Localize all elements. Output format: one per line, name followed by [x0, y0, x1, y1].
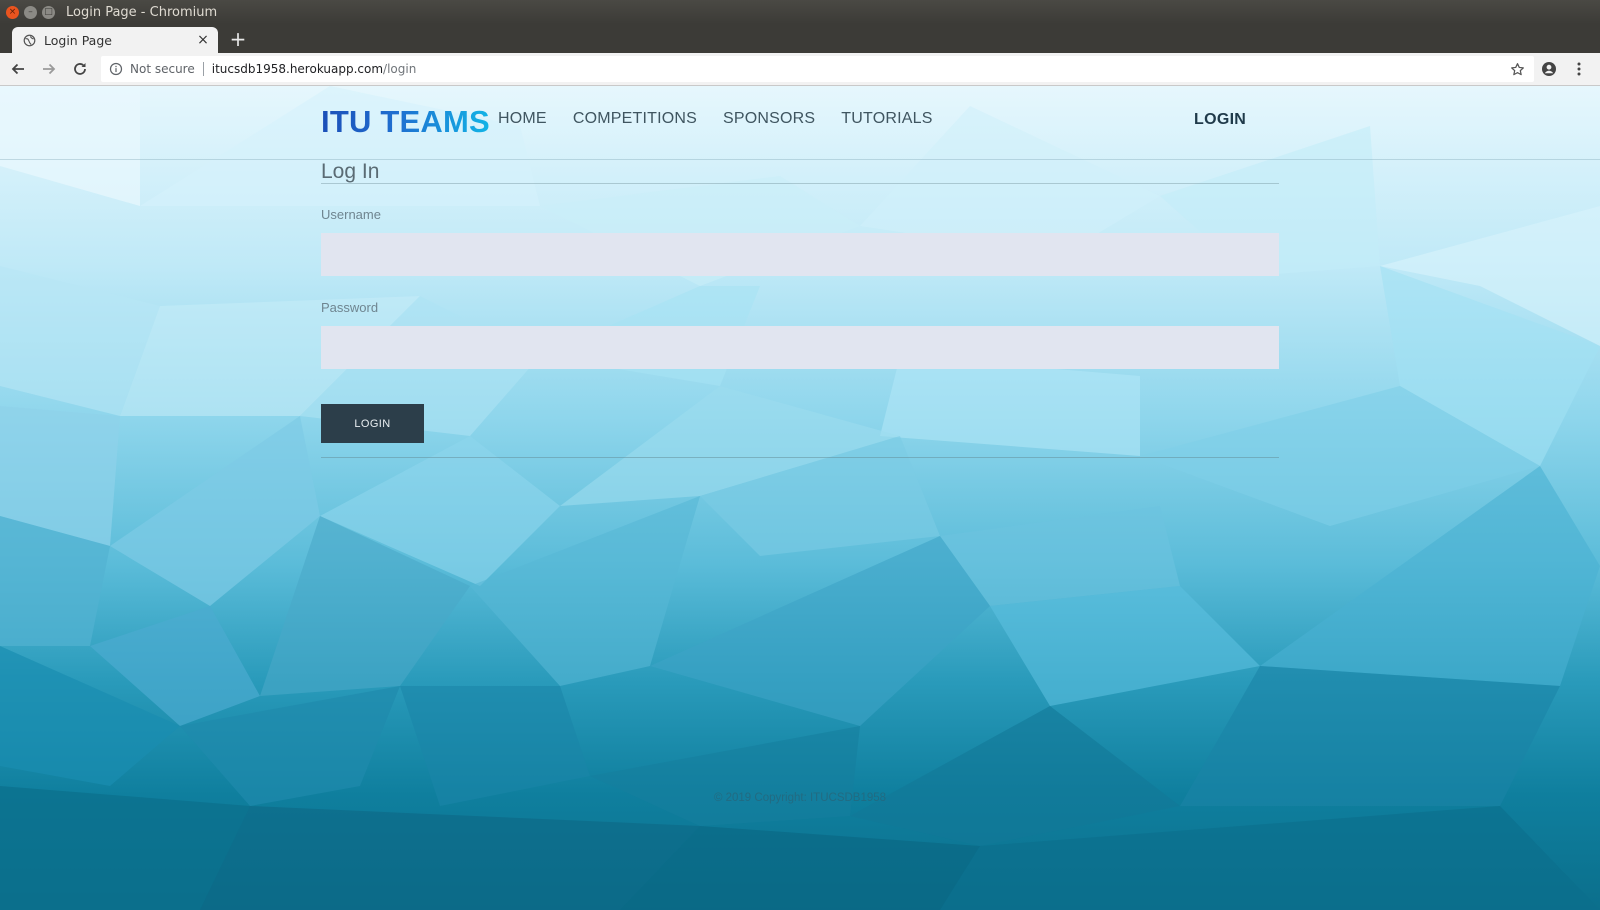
globe-icon: [22, 33, 36, 47]
back-button[interactable]: [5, 56, 31, 82]
tab-close-icon[interactable]: ×: [196, 32, 210, 48]
window-controls: × – □: [6, 5, 55, 19]
main-nav: HOME COMPETITIONS SPONSORS TUTORIALS: [498, 110, 959, 128]
forward-button[interactable]: [36, 56, 62, 82]
login-submit-button[interactable]: LOGIN: [321, 404, 424, 443]
window-title: Login Page - Chromium: [66, 4, 218, 20]
nav-home[interactable]: HOME: [498, 110, 547, 128]
arrow-left-icon: [11, 63, 24, 75]
omnibox-divider: [202, 62, 204, 76]
username-input[interactable]: [321, 233, 1279, 276]
window-minimize-button[interactable]: –: [24, 5, 37, 19]
browser-menu-button[interactable]: [1564, 56, 1594, 82]
arrow-right-icon: [43, 63, 56, 75]
browser-toolbar: Not secure itucsdb1958.herokuapp.com /lo…: [0, 53, 1600, 86]
login-form: Log In Username Password LOGIN: [321, 160, 1279, 458]
url-host: itucsdb1958.herokuapp.com: [211, 62, 384, 76]
security-label[interactable]: Not secure: [130, 62, 195, 76]
account-button[interactable]: [1534, 56, 1564, 82]
footer-copyright: © 2019 Copyright: ITUCSDB1958: [713, 792, 887, 804]
nav-tutorials[interactable]: TUTORIALS: [841, 110, 932, 128]
site-header: ITU TEAMS HOME COMPETITIONS SPONSORS TUT…: [0, 86, 1600, 160]
form-heading: Log In: [321, 160, 1279, 184]
tab-title: Login Page: [44, 32, 112, 48]
account-circle-icon: [1542, 62, 1556, 76]
info-icon[interactable]: [109, 62, 123, 76]
nav-competitions[interactable]: COMPETITIONS: [573, 110, 697, 128]
new-tab-button[interactable]: +: [226, 27, 250, 51]
bookmark-star-icon[interactable]: [1508, 60, 1526, 78]
reload-icon: [74, 63, 86, 75]
window-close-button[interactable]: ×: [6, 5, 19, 19]
window-titlebar: × – □ Login Page - Chromium: [0, 0, 1600, 24]
nav-sponsors[interactable]: SPONSORS: [723, 110, 815, 128]
form-divider: [321, 457, 1279, 458]
url-path: /login: [383, 62, 417, 76]
page-viewport: ITU TEAMS HOME COMPETITIONS SPONSORS TUT…: [0, 86, 1600, 910]
password-input[interactable]: [321, 326, 1279, 369]
tab-login-page[interactable]: Login Page ×: [12, 27, 218, 53]
more-vertical-icon: [1577, 62, 1581, 76]
tab-strip: Login Page × +: [0, 24, 1600, 53]
brand-logo[interactable]: ITU TEAMS: [321, 104, 490, 140]
reload-button[interactable]: [67, 56, 93, 82]
address-bar[interactable]: Not secure itucsdb1958.herokuapp.com /lo…: [101, 56, 1534, 82]
nav-login[interactable]: LOGIN: [1194, 111, 1246, 129]
window-maximize-button[interactable]: □: [42, 5, 55, 19]
password-label: Password: [321, 300, 379, 315]
username-label: Username: [321, 207, 381, 222]
